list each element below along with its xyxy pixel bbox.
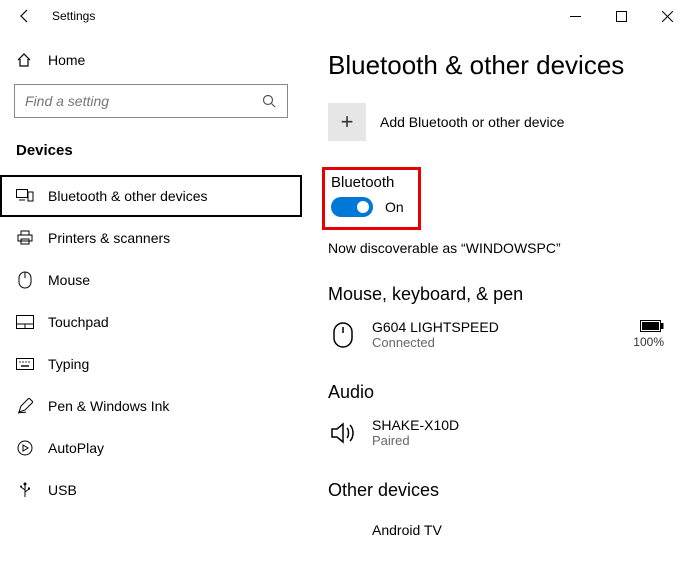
section-other-title: Other devices [328,480,664,501]
bluetooth-toggle-block: Bluetooth On [322,167,421,230]
pen-icon [16,397,34,415]
sidebar-item-printers[interactable]: Printers & scanners [0,217,302,259]
device-icon [328,515,358,545]
home-link[interactable]: Home [0,42,302,78]
sidebar-item-label: Printers & scanners [48,230,170,246]
device-name: G604 LIGHTSPEED [372,319,633,335]
search-field[interactable] [25,93,261,109]
device-row-audio[interactable]: SHAKE-X10D Paired [328,413,664,462]
maximize-button[interactable] [598,1,644,31]
bluetooth-label: Bluetooth [331,174,404,191]
sidebar-item-label: Bluetooth & other devices [48,188,208,204]
sidebar-item-label: AutoPlay [48,440,104,456]
devices-icon [16,187,34,205]
sidebar-item-pen[interactable]: Pen & Windows Ink [0,385,302,427]
minimize-button[interactable] [552,1,598,31]
autoplay-icon [16,439,34,457]
sidebar-item-label: Typing [48,356,89,372]
sidebar-item-autoplay[interactable]: AutoPlay [0,427,302,469]
main-content: Bluetooth & other devices + Add Bluetoot… [302,32,690,576]
sidebar-item-touchpad[interactable]: Touchpad [0,301,302,343]
window-title: Settings [52,9,95,23]
toggle-state: On [385,199,404,215]
sidebar-item-label: USB [48,482,77,498]
device-name: Android TV [372,522,664,538]
section-mouse-title: Mouse, keyboard, & pen [328,284,664,305]
discoverable-text: Now discoverable as “WINDOWSPC” [328,240,664,256]
back-button[interactable] [14,5,36,27]
device-row-mouse[interactable]: G604 LIGHTSPEED Connected 100% [328,315,664,364]
search-icon [261,93,277,109]
speaker-icon [328,418,358,448]
battery-status: 100% [633,320,664,349]
usb-icon [16,481,34,499]
sidebar-item-typing[interactable]: Typing [0,343,302,385]
printer-icon [16,229,34,247]
add-device-button[interactable]: + Add Bluetooth or other device [328,103,664,141]
sidebar-item-label: Pen & Windows Ink [48,398,169,414]
sidebar-section-label: Devices [0,132,302,175]
bluetooth-toggle[interactable] [331,197,373,217]
keyboard-icon [16,355,34,373]
device-status: Connected [372,335,633,350]
search-input[interactable] [14,84,288,118]
sidebar-item-usb[interactable]: USB [0,469,302,511]
sidebar-item-bluetooth[interactable]: Bluetooth & other devices [0,175,302,217]
device-status: Paired [372,433,664,448]
section-audio-title: Audio [328,382,664,403]
home-label: Home [48,52,85,68]
add-device-label: Add Bluetooth or other device [380,114,564,130]
device-name: SHAKE-X10D [372,417,664,433]
mouse-device-icon [328,320,358,350]
page-title: Bluetooth & other devices [328,50,664,81]
sidebar-item-mouse[interactable]: Mouse [0,259,302,301]
close-button[interactable] [644,1,690,31]
battery-icon [640,320,664,332]
sidebar-item-label: Mouse [48,272,90,288]
sidebar-item-label: Touchpad [48,314,109,330]
home-icon [16,52,34,68]
mouse-icon [16,271,34,289]
device-row-other[interactable]: Android TV [328,511,664,559]
battery-percent: 100% [633,335,664,349]
titlebar: Settings [0,0,690,32]
touchpad-icon [16,313,34,331]
sidebar: Home Devices Bluetooth & other devices [0,32,302,576]
plus-icon: + [328,103,366,141]
